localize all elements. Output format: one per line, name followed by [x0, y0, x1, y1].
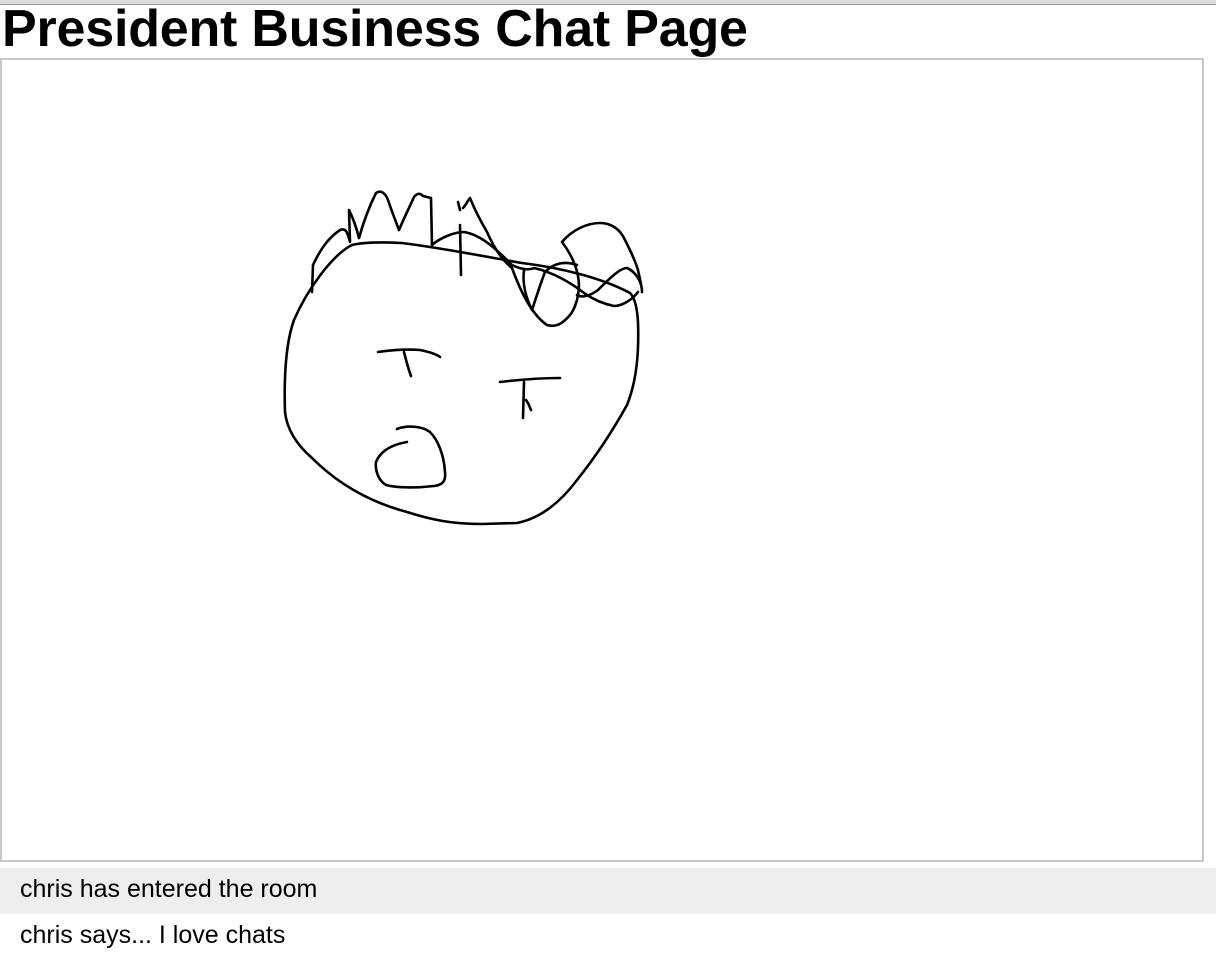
- chat-log: chris has entered the room chris says...…: [0, 868, 1216, 960]
- drawing-canvas[interactable]: [0, 58, 1204, 862]
- drawing-surface[interactable]: [2, 60, 1202, 860]
- chat-message: chris says... I love chats: [0, 914, 1216, 960]
- right-eye-stroke: [498, 376, 562, 420]
- hair-stroke-middle: [456, 196, 514, 277]
- hair-stroke-band: [430, 230, 640, 308]
- page-title: President Business Chat Page: [2, 0, 748, 58]
- left-eye-stroke: [376, 348, 442, 378]
- chat-message: chris has entered the room: [0, 868, 1216, 914]
- mouth-stroke: [374, 425, 447, 489]
- face-outline-stroke: [283, 241, 640, 526]
